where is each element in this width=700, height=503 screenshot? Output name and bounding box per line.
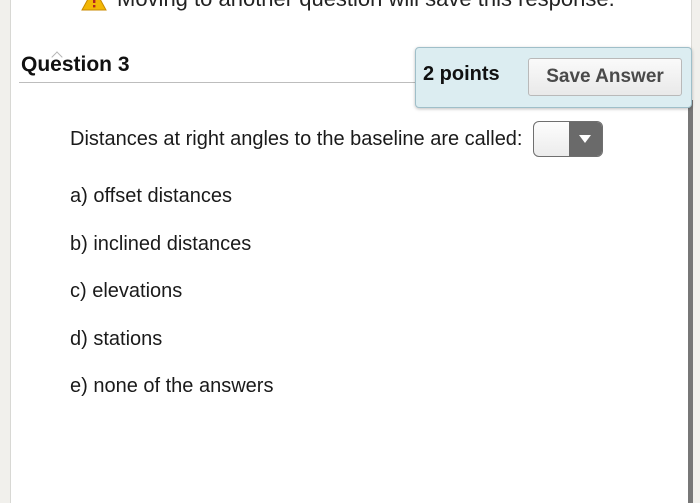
question-divider <box>19 82 429 83</box>
chevron-down-icon[interactable] <box>568 122 602 156</box>
warning-icon <box>81 0 107 11</box>
option-d: d) stations <box>70 327 163 350</box>
answer-dropdown[interactable] <box>532 121 603 157</box>
autosave-warning: Moving to another question will save thi… <box>81 0 615 12</box>
answer-options-list: a) offset distances b) inclined distance… <box>70 183 273 421</box>
save-answer-button[interactable]: Save Answer <box>528 58 682 96</box>
option-a: a) offset distances <box>70 185 232 207</box>
option-e: e) none of the answers <box>70 375 274 397</box>
question-title: Question 3 <box>21 53 130 76</box>
autosave-warning-text: Moving to another question will save thi… <box>117 0 615 12</box>
option-b: b) inclined distances <box>70 232 252 255</box>
question-prompt: Distances at right angles to the baselin… <box>70 127 523 150</box>
panel-edge-bar <box>688 100 693 503</box>
option-c: c) elevations <box>70 280 183 302</box>
points-panel: 2 points Save Answer <box>415 47 692 108</box>
points-label: 2 points <box>423 63 500 85</box>
question-prompt-row: Distances at right angles to the baselin… <box>70 120 603 158</box>
